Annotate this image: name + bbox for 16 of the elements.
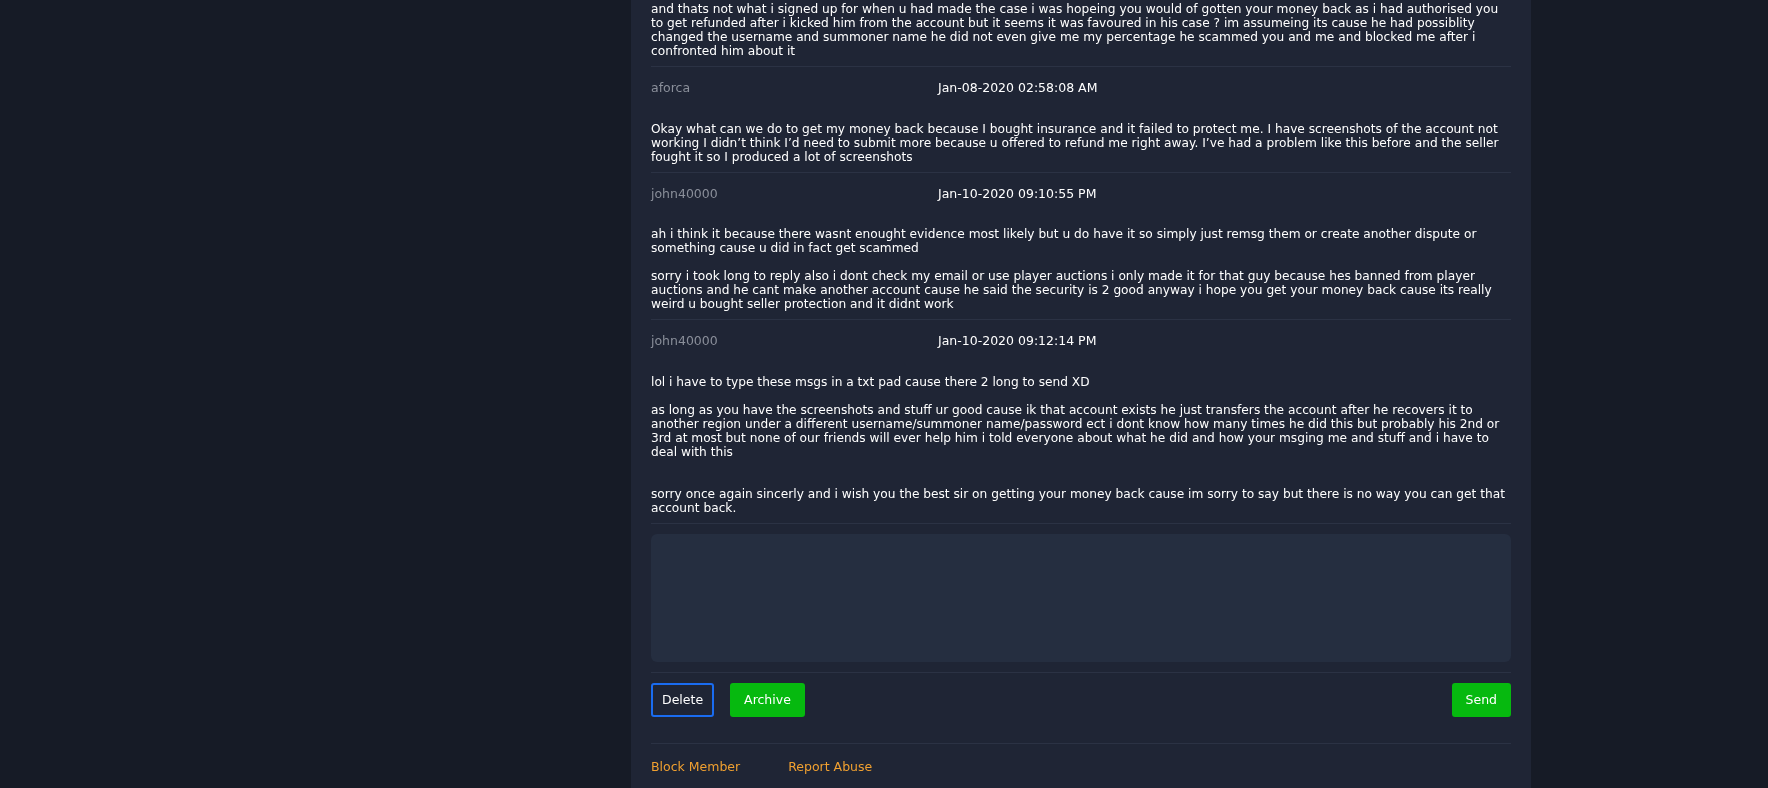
message-text: sorry i took long to reply also i dont check my email or use player auctions i only made it for that guy because hes banned from player auctions and he cant make another account cause he said the security is 2 good anyway i hope you get your money back cause its really weird u bought seller protection and it didnt work	[651, 269, 1493, 312]
message-text: sorry once again sincerly and i wish you the best sir on getting your money back cause im sorry to say but there is no way you can get that account back.	[651, 486, 1506, 515]
link[interactable]: Block Member	[651, 760, 741, 775]
message-date: Jan-10-2020 09:10:55 PM	[938, 186, 1097, 201]
message-text: ah i think it because there wasnt enought evidence most likely but u do have it so simply just remsg them or create another dispute or something cause u did in fact get scammed	[651, 226, 1478, 256]
author-name: aforca	[651, 81, 692, 96]
message-date: Jan-10-2020 09:12:14 PM	[938, 334, 1097, 349]
button[interactable]: Delete	[651, 682, 715, 718]
author-name: john40000	[651, 186, 719, 201]
message-text: Okay what can we do to get my money back because I bought insurance and it failed to protect me. I have screenshots of the account not working I didn’t think I’d need to submit more because u offered to refund me right away. I’ve had a problem like this before and the seller fought it so I produced a lot of screenshots	[651, 121, 1500, 164]
message-text: lol i have to type these msgs in a txt pad cause there 2 long to send XD	[651, 374, 1091, 389]
link[interactable]: Report Abuse	[788, 760, 873, 775]
author-name: john40000	[651, 334, 719, 349]
message-text: and thats not what i signed up for when u had made the case i was hopeing you would of gotten your money back as i had authorised you to get refunded after i kicked him from the account but it seems it was favoured in his case ? im assumeing its cause he had possiblity changed the username and summoner name he did not even give me my percentage he scammed you and me and blocked me after i confronted him about it	[651, 2, 1500, 59]
message-date: Jan-08-2020 02:58:08 AM	[938, 81, 1098, 96]
message-text: as long as you have the screenshots and stuff ur good cause ik that account exists he just transfers the account after he recovers it to another region under a different username/summoner name/password ect i dont know how many times he did this but probably his 2nd or 3rd at most but none of our friends will ever help him i told everyone about what he did and how your msging me and stuff and i have to deal with this	[651, 402, 1501, 459]
